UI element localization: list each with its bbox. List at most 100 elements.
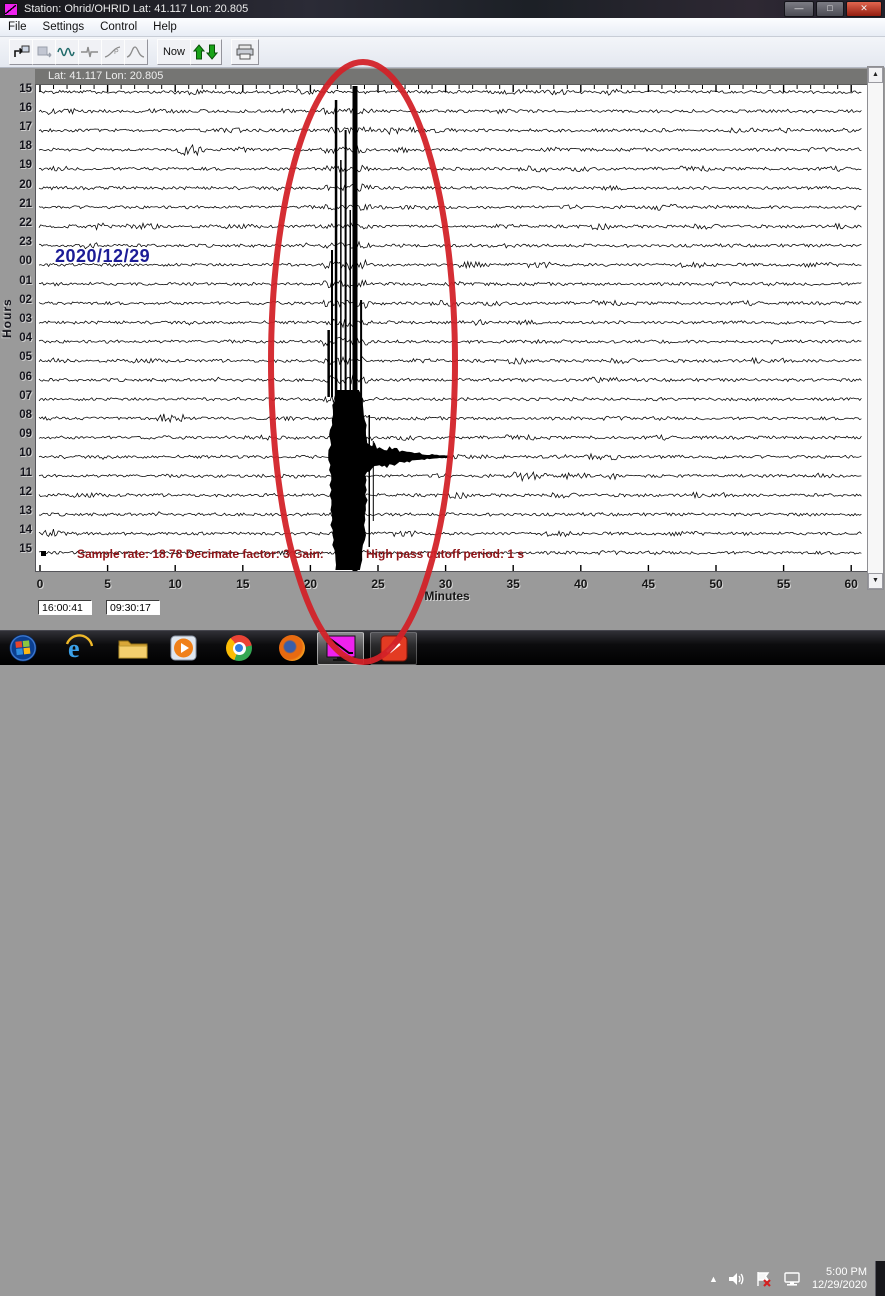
- helicorder-svg: 2020/12/29 Sample rate: 18.78 Decimate fa…: [37, 85, 867, 571]
- clock-time: 5:00 PM: [812, 1266, 867, 1279]
- svg-text:Sample rate: 18.78 Decimate f: Sample rate: 18.78 Decimate factor: 3 Ga…: [77, 547, 324, 561]
- window-title: Station: Ohrid/OHRID Lat: 41.117 Lon: 20…: [24, 3, 248, 15]
- firefox-icon: [279, 635, 305, 661]
- hour-label-17-08: 08: [6, 408, 32, 422]
- time-field-start[interactable]: 16:00:41: [38, 600, 92, 615]
- red-app-icon: [380, 635, 408, 662]
- bell-curve-button[interactable]: [124, 39, 148, 65]
- taskbar-seismograph-app-button[interactable]: [317, 632, 364, 665]
- hour-label-8-23: 23: [6, 235, 32, 249]
- taskbar: e: [0, 630, 885, 665]
- hour-label-18-09: 09: [6, 427, 32, 441]
- taskbar-clock[interactable]: 5:00 PM 12/29/2020: [812, 1266, 867, 1292]
- hour-label-20-11: 11: [6, 466, 32, 480]
- volume-icon[interactable]: [728, 1271, 746, 1287]
- minute-label-35: 35: [507, 577, 520, 591]
- open-trace-button[interactable]: [9, 39, 33, 65]
- close-button[interactable]: ✕: [846, 1, 882, 17]
- time-field-window[interactable]: 09:30:17: [106, 600, 160, 615]
- vertical-scrollbar[interactable]: ▲ ▼: [867, 66, 884, 590]
- chrome-icon: [226, 635, 252, 661]
- save-trace-icon: [35, 44, 53, 60]
- taskbar-media-player-icon[interactable]: [169, 634, 199, 662]
- minute-label-45: 45: [642, 577, 655, 591]
- minute-label-10: 10: [169, 577, 182, 591]
- taskbar-explorer-icon[interactable]: [117, 634, 147, 662]
- titlebar: Station: Ohrid/OHRID Lat: 41.117 Lon: 20…: [0, 0, 885, 18]
- hour-label-15-06: 06: [6, 370, 32, 384]
- minute-label-40: 40: [574, 577, 587, 591]
- maximize-button[interactable]: □: [816, 1, 844, 17]
- scrollbar-up-button[interactable]: ▲: [868, 67, 883, 83]
- menu-help[interactable]: Help: [145, 20, 185, 34]
- app-window: Station: Ohrid/OHRID Lat: 41.117 Lon: 20…: [0, 0, 885, 630]
- minute-label-25: 25: [371, 577, 384, 591]
- hour-label-3-18: 18: [6, 139, 32, 153]
- minute-label-55: 55: [777, 577, 790, 591]
- media-player-icon: [169, 634, 199, 662]
- hour-label-2-17: 17: [6, 120, 32, 134]
- save-trace-button[interactable]: [32, 39, 56, 65]
- taskbar-red-app-button[interactable]: [370, 632, 417, 665]
- spike-trace-button[interactable]: [78, 39, 102, 65]
- minute-label-50: 50: [709, 577, 722, 591]
- action-center-flag-icon[interactable]: [755, 1271, 773, 1287]
- folder-icon: [117, 634, 149, 662]
- seismograph-app-icon: [325, 635, 357, 662]
- minute-label-60: 60: [845, 577, 858, 591]
- minute-label-15: 15: [236, 577, 249, 591]
- printer-icon: [235, 44, 255, 60]
- clock-date: 12/29/2020: [812, 1279, 867, 1292]
- hour-label-9-00: 00: [6, 254, 32, 268]
- minute-label-5: 5: [104, 577, 111, 591]
- filter-response-button[interactable]: P: [101, 39, 125, 65]
- taskbar-firefox-icon[interactable]: [279, 635, 306, 662]
- svg-text:P: P: [114, 49, 119, 56]
- hour-label-4-19: 19: [6, 158, 32, 172]
- app-icon: [4, 3, 18, 16]
- now-button[interactable]: Now: [157, 39, 191, 65]
- internet-explorer-icon: e: [64, 634, 94, 662]
- system-tray: ▲ 5:00 PM 12/29/2020: [709, 1261, 885, 1296]
- taskbar-chrome-icon[interactable]: [226, 635, 253, 662]
- taskbar-internet-explorer-icon[interactable]: e: [64, 634, 94, 662]
- plot-coords-label: Lat: 41.117 Lon: 20.805: [35, 69, 868, 85]
- scrollbar-down-button[interactable]: ▼: [868, 573, 883, 589]
- print-button[interactable]: [231, 39, 259, 65]
- open-trace-icon: [12, 44, 30, 60]
- scroll-updown-button[interactable]: [190, 39, 222, 65]
- hour-label-16-07: 07: [6, 389, 32, 403]
- menu-file[interactable]: File: [0, 20, 35, 34]
- svg-text:High pass cutoff period: 1 s: High pass cutoff period: 1 s: [366, 547, 524, 561]
- windows-start-icon: [8, 634, 38, 662]
- hour-label-5-20: 20: [6, 178, 32, 192]
- network-icon[interactable]: [782, 1271, 802, 1287]
- hidden-icons-button[interactable]: ▲: [709, 1274, 718, 1284]
- hour-label-7-22: 22: [6, 216, 32, 230]
- hour-label-6-21: 21: [6, 197, 32, 211]
- menubar: File Settings Control Help: [0, 18, 885, 37]
- menu-settings[interactable]: Settings: [35, 20, 93, 34]
- hour-label-14-05: 05: [6, 350, 32, 364]
- minute-label-0: 0: [37, 577, 44, 591]
- hour-label-0-15: 15: [6, 82, 32, 96]
- hour-label-1-16: 16: [6, 101, 32, 115]
- toolbar: P Now: [0, 37, 885, 68]
- waveform-icon: [57, 44, 77, 60]
- up-down-arrows-icon: [193, 43, 219, 61]
- minute-label-20: 20: [304, 577, 317, 591]
- hour-label-22-13: 13: [6, 504, 32, 518]
- bell-curve-icon: [126, 44, 146, 60]
- show-desktop-button[interactable]: [875, 1261, 885, 1296]
- start-button[interactable]: [8, 634, 38, 662]
- waveform-button[interactable]: [55, 39, 79, 65]
- hour-label-23-14: 14: [6, 523, 32, 537]
- svg-text:2020/12/29: 2020/12/29: [55, 246, 150, 266]
- filter-response-icon: P: [103, 44, 123, 60]
- minutes-axis-title: Minutes: [424, 589, 469, 603]
- hour-label-21-12: 12: [6, 485, 32, 499]
- hours-axis-title: Hours: [0, 268, 14, 338]
- minimize-button[interactable]: —: [784, 1, 814, 17]
- hour-label-19-10: 10: [6, 446, 32, 460]
- menu-control[interactable]: Control: [92, 20, 145, 34]
